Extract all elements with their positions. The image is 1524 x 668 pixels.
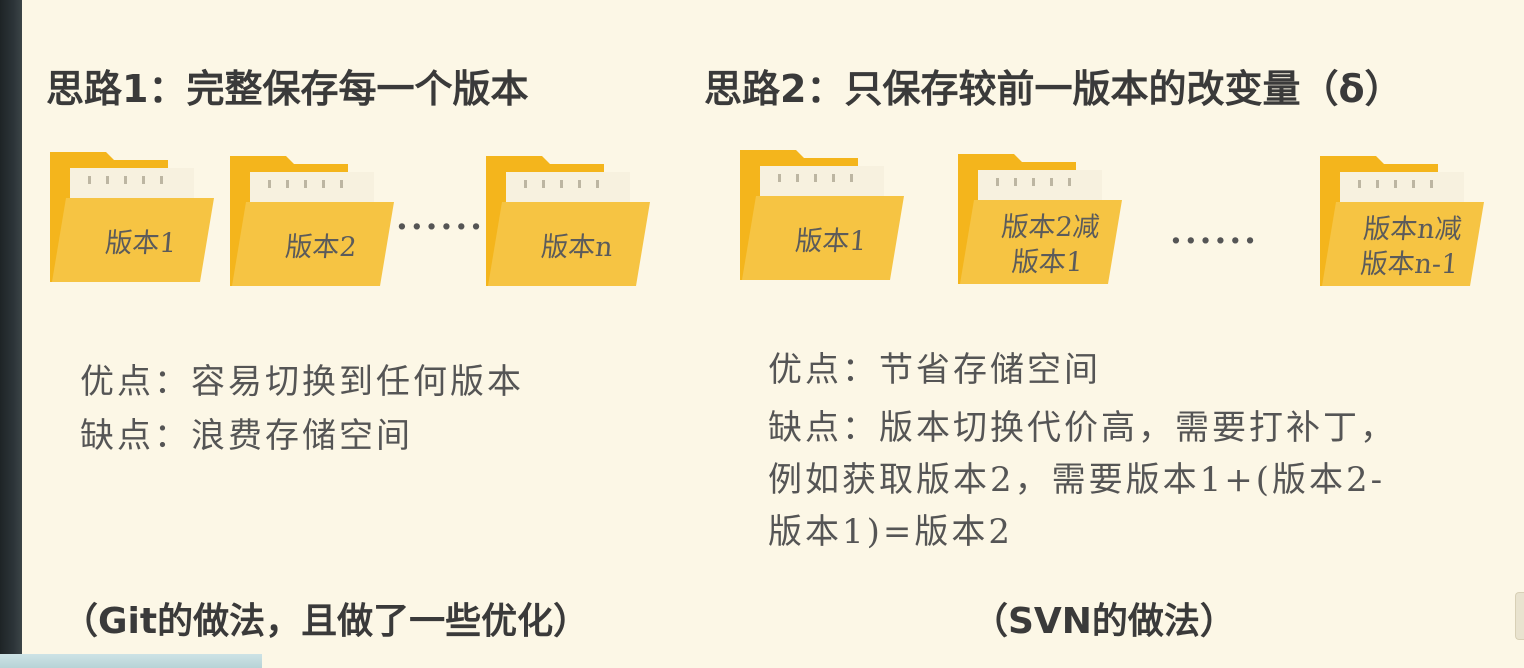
idea2-cons: 缺点：版本切换代价高，需要打补丁， 例如获取版本2，需要版本1+(版本2- 版本… <box>768 408 1397 552</box>
folder-icon: 版本1 <box>738 146 906 286</box>
folder-icon: 版本1 <box>48 148 216 288</box>
idea1-cons: 缺点：浪费存储空间 <box>80 416 413 456</box>
ellipsis: ...... <box>1170 212 1260 252</box>
idea1-pros: 优点：容易切换到任何版本 <box>80 362 524 402</box>
folder-icon: 版本n <box>484 152 652 292</box>
idea2-heading: 思路2：只保存较前一版本的改变量（δ） <box>704 67 1403 111</box>
folder-label: 版本2减 版本1 <box>1000 212 1101 278</box>
idea1-note: （Git的做法，且做了一些优化） <box>62 601 590 642</box>
folder-label: 版本2 <box>284 231 358 263</box>
ellipsis: ...... <box>396 198 486 238</box>
idea2-note: （SVN的做法） <box>972 601 1236 642</box>
right-edge-handle[interactable] <box>1515 592 1524 640</box>
folder-icon: 版本2减 版本1 <box>956 150 1124 290</box>
idea1-heading: 思路1：完整保存每一个版本 <box>46 67 529 111</box>
folder-label: 版本n减 版本n-1 <box>1359 214 1464 280</box>
folder-icon: 版本2 <box>228 152 396 292</box>
bottom-strip <box>0 654 262 668</box>
folder-icon: 版本n减 版本n-1 <box>1318 152 1486 292</box>
folder-label: 版本n <box>539 231 615 263</box>
folder-label: 版本1 <box>794 225 868 257</box>
idea2-pros: 优点：节省存储空间 <box>768 350 1101 390</box>
left-window-edge <box>0 0 22 668</box>
folder-label: 版本1 <box>104 227 178 259</box>
